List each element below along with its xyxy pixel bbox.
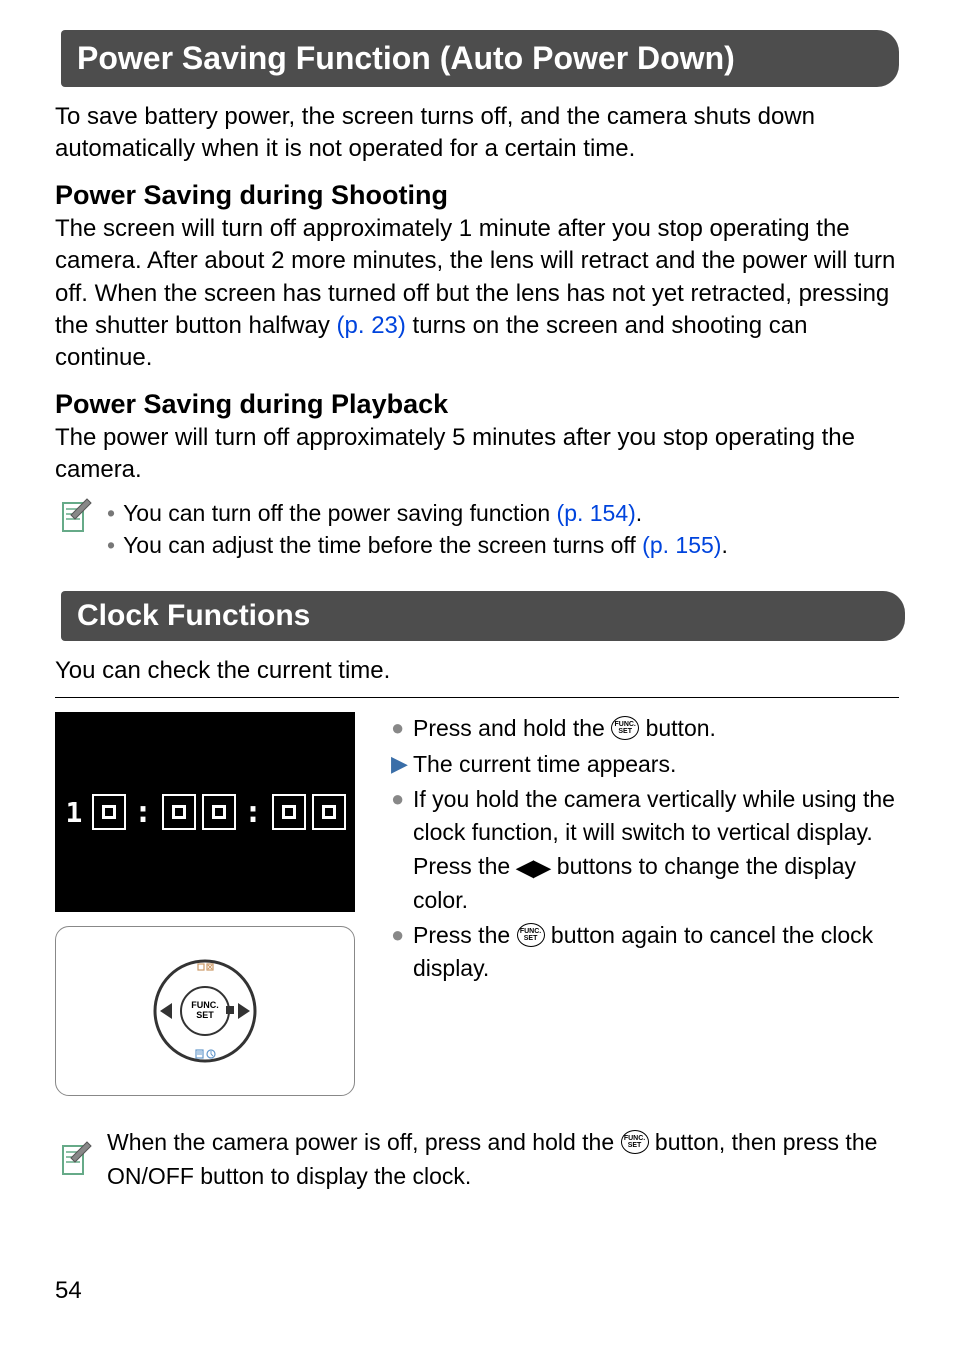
clock-digit: [272, 794, 306, 830]
control-dial-image: FUNC. SET: [55, 926, 355, 1096]
bullet-icon: ●: [391, 712, 413, 745]
intro-text: To save battery power, the screen turns …: [55, 101, 899, 166]
clock-digit: [312, 794, 346, 830]
note2-a: You can adjust the time before the scree…: [123, 532, 642, 558]
bullet-icon: ●: [391, 783, 413, 917]
section-header-clock: Clock Functions: [61, 591, 905, 641]
link-p23[interactable]: (p. 23): [337, 312, 406, 339]
func-set-icon: FUNC.SET: [611, 718, 639, 742]
note1: You can turn off the power saving functi…: [123, 497, 642, 529]
bullet-dot: •: [107, 529, 115, 561]
section-title-clock: Clock Functions: [77, 599, 310, 632]
tip-box: When the camera power is off, press and …: [55, 1126, 899, 1193]
clock-digit: 1: [64, 794, 86, 830]
clock-instructions: ● Press and hold the FUNC.SET button. ▶ …: [391, 712, 899, 1096]
note-box-1: • You can turn off the power saving func…: [55, 497, 899, 561]
func-set-icon: FUNC.SET: [621, 1132, 649, 1156]
note2: You can adjust the time before the scree…: [123, 529, 728, 561]
step1-b: button.: [639, 715, 716, 741]
section-title: Power Saving Function (Auto Power Down): [77, 40, 735, 76]
note-list: • You can turn off the power saving func…: [107, 497, 728, 561]
step2: The current time appears.: [413, 748, 899, 781]
clock-colon: :: [132, 795, 156, 830]
separator-line: [55, 697, 899, 698]
clock-lcd-digits: 1::: [64, 794, 346, 830]
step4: Press the FUNC.SET button again to cance…: [413, 919, 899, 986]
svg-text:SET: SET: [196, 1010, 214, 1020]
arrow-icon: ▶: [391, 748, 413, 781]
pencil-note-icon: [55, 497, 95, 537]
note1-b: .: [636, 500, 642, 526]
step3: If you hold the camera vertically while …: [413, 783, 899, 917]
note2-b: .: [721, 532, 727, 558]
note1-a: You can turn off the power saving functi…: [123, 500, 556, 526]
func-set-icon: FUNC.SET: [517, 925, 545, 949]
clock-digit: [92, 794, 126, 830]
subhead-shooting: Power Saving during Shooting: [55, 180, 899, 211]
step4-a: Press the: [413, 922, 517, 948]
clock-digit: [162, 794, 196, 830]
body-shooting: The screen will turn off approximately 1…: [55, 213, 899, 375]
section-header-power-saving: Power Saving Function (Auto Power Down): [61, 30, 899, 87]
left-right-arrows-icon: ◀▶: [517, 855, 551, 880]
link-p155[interactable]: (p. 155): [642, 532, 721, 558]
clock-digit: [202, 794, 236, 830]
step1: Press and hold the FUNC.SET button.: [413, 712, 899, 745]
bullet-dot: •: [107, 497, 115, 529]
bullet-icon: ●: [391, 919, 413, 986]
tip-a: When the camera power is off, press and …: [107, 1129, 621, 1155]
subhead-playback: Power Saving during Playback: [55, 389, 899, 420]
svg-text:FUNC.: FUNC.: [191, 1000, 219, 1010]
page-number: 54: [55, 1277, 82, 1305]
body-playback: The power will turn off approximately 5 …: [55, 422, 899, 487]
clock-intro: You can check the current time.: [55, 655, 899, 687]
link-p154[interactable]: (p. 154): [557, 500, 636, 526]
step1-a: Press and hold the: [413, 715, 611, 741]
pencil-note-icon: [55, 1140, 95, 1180]
clock-lcd-image: 1::: [55, 712, 355, 912]
tip-text: When the camera power is off, press and …: [107, 1126, 899, 1193]
clock-colon: :: [242, 795, 266, 830]
